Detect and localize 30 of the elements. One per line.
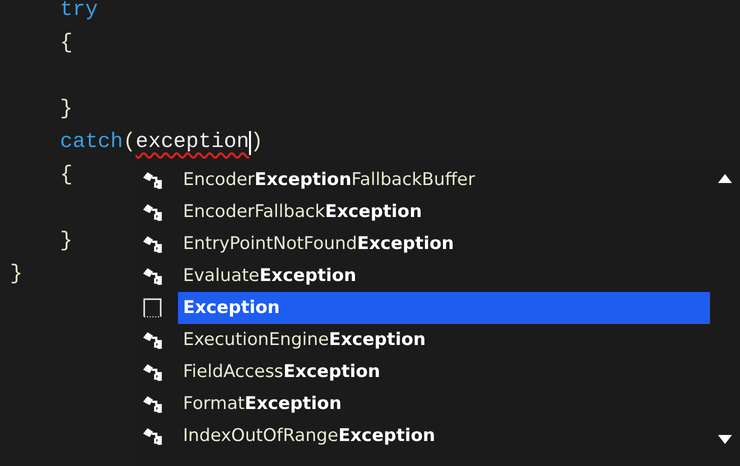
scroll-down-icon[interactable] xyxy=(718,435,732,444)
class-icon xyxy=(142,394,164,414)
completion-item[interactable]: FieldAccessException xyxy=(178,356,710,388)
code-brace: ) xyxy=(250,131,264,155)
completion-item[interactable]: Exception xyxy=(178,292,710,324)
class-icon xyxy=(142,362,164,382)
code-brace: { xyxy=(60,32,73,56)
class-icon xyxy=(142,170,164,190)
code-keyword: try xyxy=(60,0,98,23)
class-icon xyxy=(142,234,164,254)
class-icon xyxy=(142,426,164,446)
code-identifier: exception xyxy=(136,131,250,155)
completion-item[interactable]: IndexOutOfRangeException xyxy=(178,420,710,452)
snippet-icon xyxy=(142,298,164,318)
completion-item[interactable]: ExecutionEngineException xyxy=(178,324,710,356)
code-brace: } xyxy=(10,263,23,287)
code-brace: { xyxy=(60,164,73,188)
completion-item[interactable]: EncoderExceptionFallbackBuffer xyxy=(178,164,710,196)
code-brace: } xyxy=(60,230,73,254)
code-brace: } xyxy=(60,98,73,122)
class-icon xyxy=(142,266,164,286)
code-keyword: catch xyxy=(60,131,124,155)
scroll-up-icon[interactable] xyxy=(718,174,732,183)
class-icon xyxy=(142,330,164,350)
completion-item[interactable]: EvaluateException xyxy=(178,260,710,292)
completion-item[interactable]: EncoderFallbackException xyxy=(178,196,710,228)
completion-item[interactable]: FormatException xyxy=(178,388,710,420)
code-brace: ( xyxy=(123,131,136,155)
completion-item[interactable]: EntryPointNotFoundException xyxy=(178,228,710,260)
class-icon xyxy=(142,202,164,222)
